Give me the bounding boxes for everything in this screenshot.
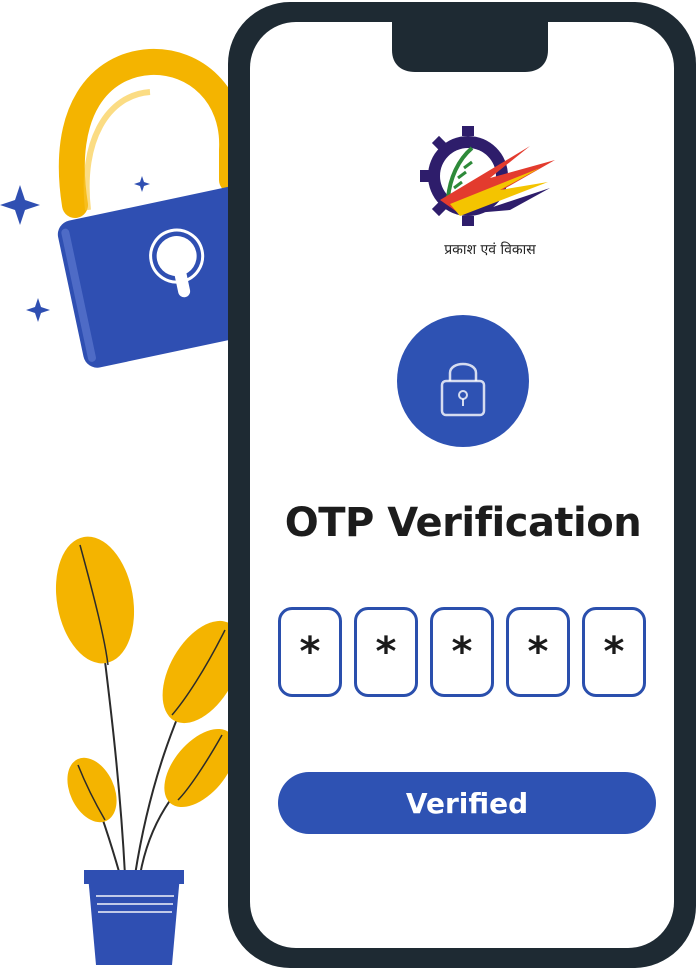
otp-digit-3[interactable]: *: [430, 607, 494, 697]
lock-glyph-icon: [440, 362, 486, 417]
company-logo: [420, 126, 555, 226]
page-title: OTP Verification: [284, 500, 642, 546]
otp-digit-4[interactable]: *: [506, 607, 570, 697]
logo-caption: प्रकाश एवं विकास: [444, 242, 536, 258]
otp-digit-2[interactable]: *: [354, 607, 418, 697]
verified-button[interactable]: Verified: [278, 772, 656, 834]
lock-circle-icon: [397, 315, 529, 447]
otp-digit-5[interactable]: *: [582, 607, 646, 697]
otp-digit-1[interactable]: *: [278, 607, 342, 697]
